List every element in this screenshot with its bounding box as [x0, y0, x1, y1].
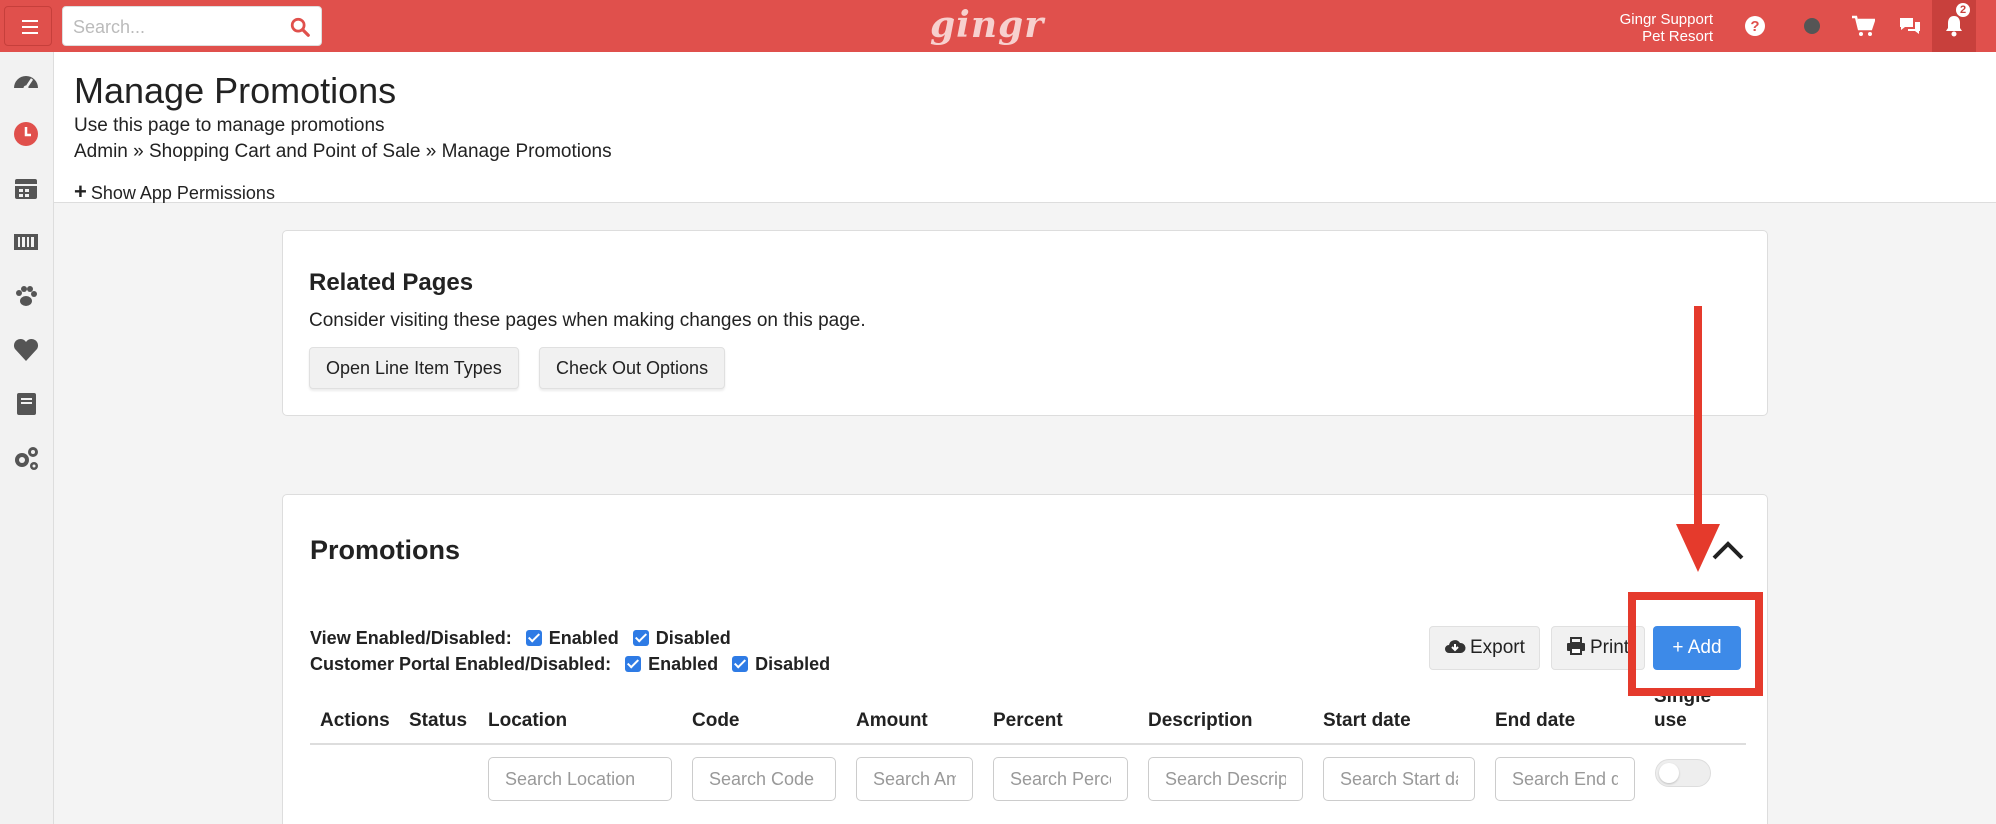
global-search — [62, 6, 322, 46]
top-navbar: gingr Gingr Support Pet Resort ? 2 — [0, 0, 1996, 52]
user-name: Gingr Support — [1619, 11, 1713, 28]
portal-enabled-checkbox[interactable] — [625, 656, 642, 672]
search-percent-input[interactable] — [993, 757, 1128, 801]
show-permissions-label: Show App Permissions — [90, 183, 275, 203]
clock-icon[interactable] — [11, 119, 41, 149]
open-line-item-types-button[interactable]: Open Line Item Types — [309, 347, 519, 389]
gears-icon[interactable] — [11, 443, 41, 473]
promotions-title: Promotions — [310, 535, 461, 565]
page-subtitle: Use this page to manage promotions — [74, 115, 385, 136]
annotation-arrow-shaft — [1694, 306, 1702, 526]
cart-icon[interactable] — [1851, 14, 1875, 38]
calendar-icon[interactable] — [11, 173, 41, 203]
portal-status-filter: Customer Portal Enabled/Disabled: Enabled… — [310, 654, 830, 675]
show-permissions-link[interactable]: + Show App Permissions — [74, 179, 275, 205]
business-name: Pet Resort — [1642, 28, 1713, 45]
view-enabled-checkbox[interactable] — [525, 630, 542, 646]
view-disabled-label: Disabled — [655, 628, 731, 648]
svg-text:?: ? — [1750, 18, 1759, 35]
search-amount-input[interactable] — [856, 757, 973, 801]
view-enabled-label: Enabled — [548, 628, 619, 648]
col-header-percent[interactable]: Percent — [993, 709, 1063, 733]
bell-icon — [1946, 16, 1962, 37]
search-start-date-input[interactable] — [1323, 757, 1475, 801]
col-header-actions: Actions — [320, 710, 390, 731]
help-icon[interactable]: ? — [1743, 14, 1767, 38]
view-status-label: View Enabled/Disabled: — [310, 628, 512, 648]
col-header-description[interactable]: Description — [1148, 709, 1253, 733]
search-description-input[interactable] — [1148, 757, 1303, 801]
chat-icon[interactable] — [1898, 14, 1922, 38]
printer-icon — [1567, 637, 1585, 655]
gingr-logo[interactable]: gingr — [930, 4, 1044, 46]
related-pages-description: Consider visiting these pages when makin… — [309, 310, 866, 331]
page-title: Manage Promotions — [74, 70, 397, 111]
col-header-status[interactable]: Status — [409, 709, 467, 733]
annotation-highlight-box — [1628, 592, 1763, 696]
notification-badge: 2 — [1956, 3, 1970, 17]
single-use-filter-toggle[interactable] — [1655, 759, 1711, 787]
notifications-button[interactable]: 2 — [1932, 0, 1976, 52]
sidebar — [0, 52, 54, 824]
cloud-download-icon — [1445, 640, 1466, 653]
search-input[interactable] — [73, 15, 273, 39]
check-out-options-button[interactable]: Check Out Options — [539, 347, 726, 389]
heart-icon[interactable] — [11, 335, 41, 365]
search-code-input[interactable] — [692, 757, 836, 801]
status-dot-icon[interactable] — [1800, 14, 1824, 38]
print-label: Print — [1590, 637, 1630, 658]
menu-icon — [22, 26, 38, 28]
view-status-filter: View Enabled/Disabled: Enabled Disabled — [310, 628, 731, 649]
dashboard-icon[interactable] — [11, 66, 41, 96]
related-pages-card: Related Pages Consider visiting these pa… — [282, 230, 1768, 416]
search-end-date-input[interactable] — [1495, 757, 1635, 801]
annotation-arrow-head — [1676, 524, 1720, 572]
search-location-input[interactable] — [488, 757, 672, 801]
col-header-end-date[interactable]: End date — [1495, 709, 1575, 733]
col-header-start-date[interactable]: Start date — [1323, 709, 1411, 733]
portal-enabled-label: Enabled — [648, 654, 719, 674]
col-header-amount[interactable]: Amount — [856, 709, 928, 733]
view-disabled-checkbox[interactable] — [632, 630, 649, 646]
col-header-code[interactable]: Code — [692, 709, 740, 733]
account-menu[interactable]: Gingr Support Pet Resort — [1620, 11, 1713, 45]
portal-disabled-label: Disabled — [755, 654, 831, 674]
export-button[interactable]: Export — [1429, 626, 1540, 670]
paw-icon[interactable] — [11, 281, 41, 311]
related-pages-title: Related Pages — [309, 269, 474, 296]
book-icon[interactable] — [11, 389, 41, 419]
promotions-card: Promotions View Enabled/Disabled: Enabled… — [282, 494, 1768, 824]
barcode-icon[interactable] — [11, 227, 41, 257]
header-divider — [310, 743, 1746, 745]
breadcrumb[interactable]: Admin » Shopping Cart and Point of Sale … — [74, 141, 612, 163]
hamburger-menu-button[interactable] — [4, 6, 52, 46]
plus-icon: + — [74, 179, 87, 204]
page-header: Manage Promotions Use this page to manag… — [54, 52, 1996, 205]
export-label: Export — [1470, 637, 1525, 658]
search-icon[interactable] — [289, 16, 311, 38]
portal-status-label: Customer Portal Enabled/Disabled: — [310, 654, 612, 674]
portal-disabled-checkbox[interactable] — [732, 656, 749, 672]
col-header-location[interactable]: Location — [488, 709, 567, 733]
